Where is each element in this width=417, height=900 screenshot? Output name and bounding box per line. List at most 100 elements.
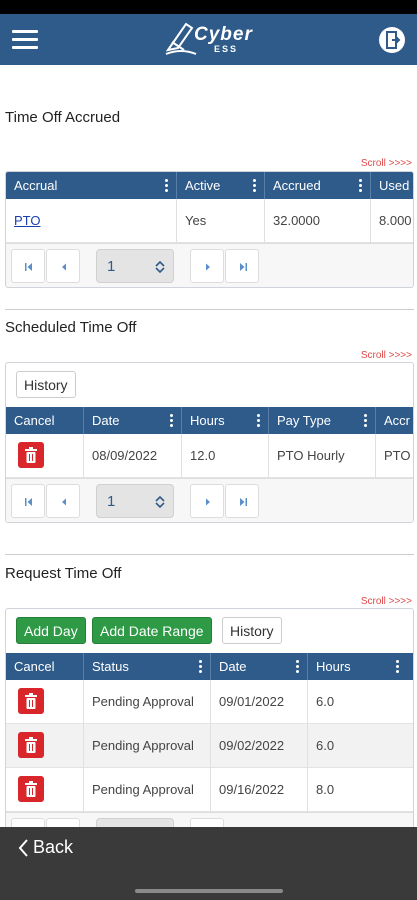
table-row: Pending Approval 09/16/2022 8.0 — [6, 768, 413, 812]
home-indicator[interactable] — [135, 889, 283, 893]
column-header-hours[interactable]: Hours — [182, 407, 269, 434]
hours-cell: 8.0 — [316, 782, 335, 797]
date-cell: 08/09/2022 — [84, 434, 182, 477]
pay-type-cell: PTO Hourly — [269, 434, 376, 477]
column-menu-icon[interactable] — [296, 660, 299, 675]
status-cell: Pending Approval — [84, 680, 211, 723]
active-cell: Yes — [177, 199, 265, 242]
hamburger-menu-icon[interactable] — [12, 30, 38, 50]
add-date-range-button[interactable]: Add Date Range — [92, 617, 212, 644]
cancel-cell — [6, 768, 84, 811]
cancel-cell — [6, 434, 84, 477]
cancel-cell — [6, 724, 84, 767]
column-header-active[interactable]: Active — [177, 172, 265, 199]
column-menu-icon[interactable] — [165, 179, 168, 194]
accrued-cell: 32.0000 — [265, 199, 371, 242]
status-cell: Pending Approval — [84, 768, 211, 811]
scheduled-grid-header: Cancel Date Hours Pay Type Accr — [6, 407, 413, 434]
chevron-left-icon — [18, 839, 28, 857]
column-header-accrual[interactable]: Accrual — [6, 172, 177, 199]
next-page-icon[interactable] — [190, 484, 224, 518]
scheduled-grid: History Cancel Date Hours Pay Type Accr — [5, 362, 414, 523]
column-menu-icon[interactable] — [359, 179, 362, 194]
trash-icon[interactable] — [18, 732, 44, 758]
first-page-icon[interactable] — [11, 484, 45, 518]
hours-cell: 6.0 — [316, 694, 335, 709]
column-menu-icon[interactable] — [396, 660, 399, 675]
column-header-accrued[interactable]: Accrued — [265, 172, 371, 199]
date-cell: 09/02/2022 — [211, 724, 308, 767]
back-button[interactable]: Back — [18, 837, 73, 858]
column-header-date[interactable]: Date — [211, 653, 308, 680]
date-cell: 09/16/2022 — [211, 768, 308, 811]
column-header-hours[interactable]: Hours — [308, 653, 407, 680]
column-header-accrual[interactable]: Accr — [376, 407, 413, 434]
section-title-request: Request Time Off — [5, 565, 122, 582]
page-select[interactable]: 1 — [96, 484, 174, 518]
last-page-icon[interactable] — [225, 249, 259, 283]
request-pager — [6, 812, 413, 827]
status-bar — [0, 0, 417, 14]
add-day-button[interactable]: Add Day — [16, 617, 86, 644]
page-select[interactable]: 1 — [96, 249, 174, 283]
scroll-hint-accrued: Scroll >>>> — [360, 158, 412, 169]
table-row: Pending Approval 09/01/2022 6.0 — [6, 680, 413, 724]
column-header-cancel[interactable]: Cancel — [6, 653, 84, 680]
trash-icon[interactable] — [18, 688, 44, 714]
column-menu-icon[interactable] — [364, 414, 367, 429]
column-header-pay-type[interactable]: Pay Type — [269, 407, 376, 434]
last-page-icon[interactable] — [225, 484, 259, 518]
prev-page-icon[interactable] — [46, 249, 80, 283]
accrual-cell: PTO — [6, 199, 177, 242]
accrued-pager: 1 — [6, 243, 413, 287]
section-divider — [5, 554, 414, 555]
column-header-date[interactable]: Date — [84, 407, 182, 434]
scroll-hint-scheduled: Scroll >>>> — [360, 350, 412, 361]
back-label: Back — [33, 837, 74, 857]
column-header-cancel[interactable]: Cancel — [6, 407, 84, 434]
section-title-scheduled: Scheduled Time Off — [5, 319, 137, 336]
table-row: 08/09/2022 12.0 PTO Hourly PTO — [6, 434, 413, 478]
column-menu-icon[interactable] — [170, 414, 173, 429]
next-page-icon[interactable] — [190, 818, 224, 827]
hours-cell: 12.0 — [182, 434, 269, 477]
status-cell: Pending Approval — [84, 724, 211, 767]
prev-page-icon[interactable] — [46, 818, 80, 827]
accrued-grid: Accrual Active Accrued Used PTO Yes 32.0… — [5, 171, 414, 288]
hours-cell: 6.0 — [316, 738, 335, 753]
scroll-hint-request: Scroll >>>> — [360, 596, 412, 607]
app-header: Cyber ESS — [0, 14, 417, 65]
column-menu-icon[interactable] — [199, 660, 202, 675]
trash-icon[interactable] — [18, 442, 44, 468]
section-divider — [5, 309, 414, 310]
accrual-cell: PTO — [384, 448, 411, 463]
section-title-accrued: Time Off Accrued — [5, 109, 121, 126]
main-content: Time Off Accrued Scroll >>>> Accrual Act… — [0, 65, 417, 827]
accrual-link[interactable]: PTO — [14, 213, 41, 228]
page-select[interactable] — [96, 818, 174, 827]
accrued-grid-header: Accrual Active Accrued Used — [6, 172, 413, 199]
request-grid-header: Cancel Status Date Hours — [6, 653, 413, 680]
table-row: Pending Approval 09/02/2022 6.0 — [6, 724, 413, 768]
bottom-nav-bar: Back — [0, 827, 417, 900]
trash-icon[interactable] — [18, 776, 44, 802]
cancel-cell — [6, 680, 84, 723]
logout-door-icon[interactable] — [378, 26, 406, 54]
logo-subtext: ESS — [214, 44, 239, 54]
column-header-status[interactable]: Status — [84, 653, 211, 680]
cyber-ess-logo: Cyber ESS — [164, 20, 260, 60]
scheduled-history-button[interactable]: History — [16, 371, 76, 398]
column-header-used[interactable]: Used — [371, 172, 413, 199]
logo-text: Cyber — [194, 24, 253, 45]
request-history-button[interactable]: History — [222, 617, 282, 644]
first-page-icon[interactable] — [11, 249, 45, 283]
first-page-icon[interactable] — [11, 818, 45, 827]
scheduled-pager: 1 — [6, 478, 413, 522]
next-page-icon[interactable] — [190, 249, 224, 283]
table-row: PTO Yes 32.0000 8.000 — [6, 199, 413, 243]
prev-page-icon[interactable] — [46, 484, 80, 518]
column-menu-icon[interactable] — [257, 414, 260, 429]
request-grid: Add Day Add Date Range History Cancel St… — [5, 608, 414, 827]
column-menu-icon[interactable] — [253, 179, 256, 194]
used-cell: 8.000 — [379, 213, 412, 228]
